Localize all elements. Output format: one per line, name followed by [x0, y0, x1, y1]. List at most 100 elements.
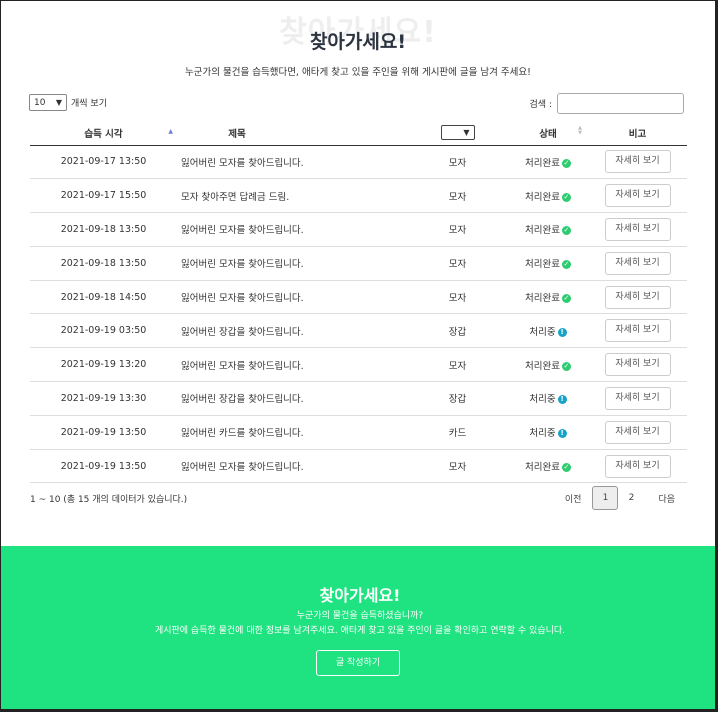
cell-category: 장갑 — [407, 381, 508, 416]
chevron-down-icon: ▼ — [463, 128, 470, 138]
cell-time: 2021-09-19 13:20 — [30, 347, 177, 383]
table-row: 2021-09-18 13:50 잃어버린 모자를 찾아드립니다. 모자 처리완료 ✓ 자… — [30, 246, 687, 281]
cell-time: 2021-09-19 03:50 — [30, 313, 177, 349]
table-row: 2021-09-19 03:50 잃어버린 장갑을 찾아드립니다. 장갑 처리중! 자세… — [30, 313, 687, 349]
write-post-button[interactable]: 글 작성하기 — [316, 650, 400, 676]
cell-title: 잃어버린 모자를 찾아드립니다. — [177, 246, 407, 281]
pagination-page-1[interactable]: 1 — [592, 486, 619, 510]
table-row: 2021-09-19 13:50 잃어버린 카드를 찾아드립니다. 카드 처리중! 자세… — [30, 415, 687, 450]
cell-note: 자세히 보기 — [588, 246, 687, 281]
check-circle-icon: ✓ — [561, 226, 571, 236]
table-row: 2021-09-17 13:50 잃어버린 모자를 찾아드립니다. 모자 처리완료 ✓ 자… — [30, 145, 687, 180]
table-row: 2021-09-17 15:50 모자 찾아주면 답례금 드림. 모자 처리완료 ✓ 자세… — [30, 178, 687, 214]
cell-status: 처리완료 ✓ — [508, 212, 588, 247]
cell-note: 자세히 보기 — [588, 449, 687, 484]
status-text: 처리완료 — [525, 225, 560, 237]
cell-note: 자세히 보기 — [588, 145, 687, 180]
view-detail-button[interactable]: 자세히 보기 — [604, 386, 671, 410]
view-detail-button[interactable]: 자세히 보기 — [604, 285, 671, 309]
search-label: 검색 : — [529, 100, 552, 110]
view-detail-button[interactable]: 자세히 보기 — [604, 150, 671, 174]
header-status[interactable]: 상태 ▲ ▼ — [508, 121, 588, 146]
sort-ascending-icon: ▲ — [168, 128, 173, 135]
cell-title: 잃어버린 모자를 찾아드립니다. — [177, 449, 407, 484]
table-header-row: 습득 시각 ▲ 제목 ▼ 상태 ▲ ▼ 비고 — [30, 121, 687, 146]
pagination-page-2[interactable]: 2 — [618, 486, 644, 510]
cell-title: 잃어버린 장갑을 찾아드립니다. — [177, 313, 407, 349]
cell-time: 2021-09-19 13:50 — [30, 415, 177, 450]
status-text: 처리완료 — [525, 462, 560, 474]
header-time-label: 습득 시각 — [84, 128, 123, 140]
view-detail-button[interactable]: 자세히 보기 — [604, 217, 671, 241]
cell-status: 처리중! — [508, 415, 588, 450]
cell-status: 처리완료 ✓ — [508, 145, 588, 180]
banner-title: 찾아가세요! — [319, 586, 401, 605]
cell-time: 2021-09-17 15:50 — [30, 178, 177, 214]
table-row: 2021-09-19 13:20 잃어버린 모자를 찾아드립니다. 모자 처리완료 ✓ 자… — [30, 347, 687, 383]
check-circle-icon: ✓ — [561, 192, 571, 202]
page-length-value: 10 — [34, 97, 46, 108]
search-input[interactable] — [557, 93, 684, 114]
header-title-label: 제목 — [228, 128, 246, 140]
page-title: 찾아가세요! — [309, 31, 407, 53]
status-text: 처리중 — [529, 428, 556, 440]
header-note-label: 비고 — [628, 128, 647, 140]
check-circle-icon: ✓ — [561, 361, 571, 371]
sort-both-icon: ▲ ▼ — [578, 125, 582, 136]
page-length-label: 개씩 보기 — [71, 99, 107, 109]
status-text: 처리완료 — [525, 293, 560, 305]
cell-note: 자세히 보기 — [588, 381, 687, 416]
page-length-select[interactable]: 10 ▼ — [29, 94, 67, 111]
info-circle-icon: ! — [557, 327, 567, 337]
header-time[interactable]: 습득 시각 ▲ — [30, 121, 177, 146]
cell-category: 모자 — [407, 246, 508, 281]
hero-header: 찾아가세요! 찾아가세요! 누군가의 물건을 습득했다면, 애타게 찾고 있을 … — [1, 1, 715, 81]
table-row: 2021-09-19 13:30 잃어버린 장갑을 찾아드립니다. 장갑 처리중! 자세… — [30, 381, 687, 416]
view-detail-button[interactable]: 자세히 보기 — [604, 454, 671, 478]
table-info: 1 ~ 10 (총 15 개의 데이터가 있습니다.) — [30, 495, 188, 505]
check-circle-icon: ✓ — [561, 294, 571, 304]
cell-category: 모자 — [407, 145, 508, 180]
cell-title: 잃어버린 모자를 찾아드립니다. — [177, 212, 407, 247]
cell-category: 모자 — [407, 178, 508, 214]
search-control: 검색 : — [530, 93, 684, 114]
view-detail-button[interactable]: 자세히 보기 — [604, 319, 671, 343]
table-controls: 10 ▼ 개씩 보기 검색 : — [1, 81, 715, 121]
cell-title: 잃어버린 카드를 찾아드립니다. — [177, 415, 407, 450]
table-row: 2021-09-18 14:50 잃어버린 모자를 찾아드립니다. 모자 처리완료 ✓ 자… — [30, 280, 687, 315]
header-title[interactable]: 제목 — [177, 121, 407, 146]
banner-text-2: 게시판에 습득한 물건에 대한 정보를 남겨주세요. 애타게 찾고 있을 주인이… — [154, 626, 566, 636]
cell-title: 모자 찾아주면 답례금 드림. — [177, 178, 407, 214]
info-circle-icon: ! — [557, 395, 567, 405]
table-row: 2021-09-18 13:50 잃어버린 모자를 찾아드립니다. 모자 처리완료 ✓ 자… — [30, 212, 687, 247]
status-text: 처리완료 — [525, 157, 560, 169]
status-text: 처리완료 — [525, 191, 560, 203]
pagination-next[interactable]: 다음 — [658, 492, 675, 505]
view-detail-button[interactable]: 자세히 보기 — [604, 251, 671, 275]
cell-status: 처리완료 ✓ — [508, 246, 588, 281]
cell-title: 잃어버린 모자를 찾아드립니다. — [177, 280, 407, 315]
cell-status: 처리완료 ✓ — [508, 449, 588, 484]
header-note: 비고 — [588, 121, 687, 146]
status-text: 처리중 — [529, 394, 556, 406]
cell-status: 처리중! — [508, 313, 588, 349]
category-filter-select[interactable]: ▼ — [440, 125, 475, 141]
cell-category: 카드 — [407, 415, 508, 450]
cell-note: 자세히 보기 — [588, 347, 687, 383]
status-text: 처리완료 — [525, 259, 560, 271]
cell-time: 2021-09-17 13:50 — [30, 145, 177, 180]
cell-category: 모자 — [407, 347, 508, 383]
status-text: 처리중 — [529, 326, 556, 338]
view-detail-button[interactable]: 자세히 보기 — [604, 184, 671, 208]
cell-time: 2021-09-19 13:50 — [30, 449, 177, 484]
pagination-prev[interactable]: 이전 — [565, 492, 582, 505]
view-detail-button[interactable]: 자세히 보기 — [604, 353, 671, 377]
cell-note: 자세히 보기 — [588, 178, 687, 214]
view-detail-button[interactable]: 자세히 보기 — [604, 420, 671, 444]
check-circle-icon: ✓ — [561, 158, 571, 168]
cell-note: 자세히 보기 — [588, 212, 687, 247]
cell-time: 2021-09-18 13:50 — [30, 212, 177, 247]
cell-status: 처리중! — [508, 381, 588, 416]
lost-items-table: 습득 시각 ▲ 제목 ▼ 상태 ▲ ▼ 비고 2021-09-17 13:50 … — [30, 121, 687, 484]
cell-time: 2021-09-18 14:50 — [30, 280, 177, 315]
